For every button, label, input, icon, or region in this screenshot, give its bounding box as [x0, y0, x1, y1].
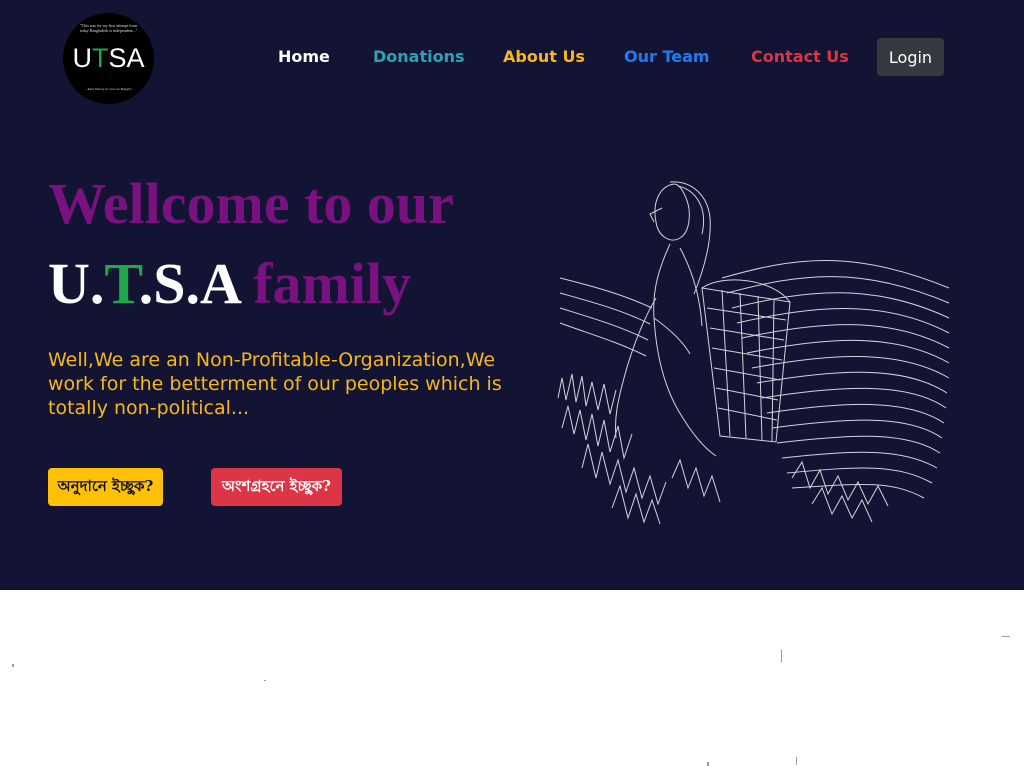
main-nav: Home Donations About Us Our Team Contact… [0, 47, 1024, 71]
family-heading: U.T.S.A family [48, 251, 412, 316]
nav-about-us[interactable]: About Us [503, 47, 585, 66]
welcome-heading: Wellcome to our [48, 171, 454, 236]
hero-curve [0, 520, 1024, 768]
nav-donations[interactable]: Donations [373, 47, 465, 66]
login-button[interactable]: Login [877, 38, 944, 76]
tea-picker-woman-illustration [557, 181, 950, 525]
join-interest-button[interactable]: অংশগ্রহনে ইচ্ছুক? [211, 468, 342, 506]
donate-interest-button[interactable]: অনুদানে ইচ্ছুক? [48, 468, 163, 506]
logo-bottom-text: ...Real history is own, be Bangla" [84, 87, 133, 91]
logo-top-text: "This was for my first attempt from toda… [79, 23, 138, 33]
hero-tagline: Well,We are an Non-Profitable-Organizati… [48, 349, 502, 419]
nav-contact-us[interactable]: Contact Us [751, 47, 849, 66]
nav-home[interactable]: Home [278, 47, 330, 66]
nav-our-team[interactable]: Our Team [624, 47, 710, 66]
